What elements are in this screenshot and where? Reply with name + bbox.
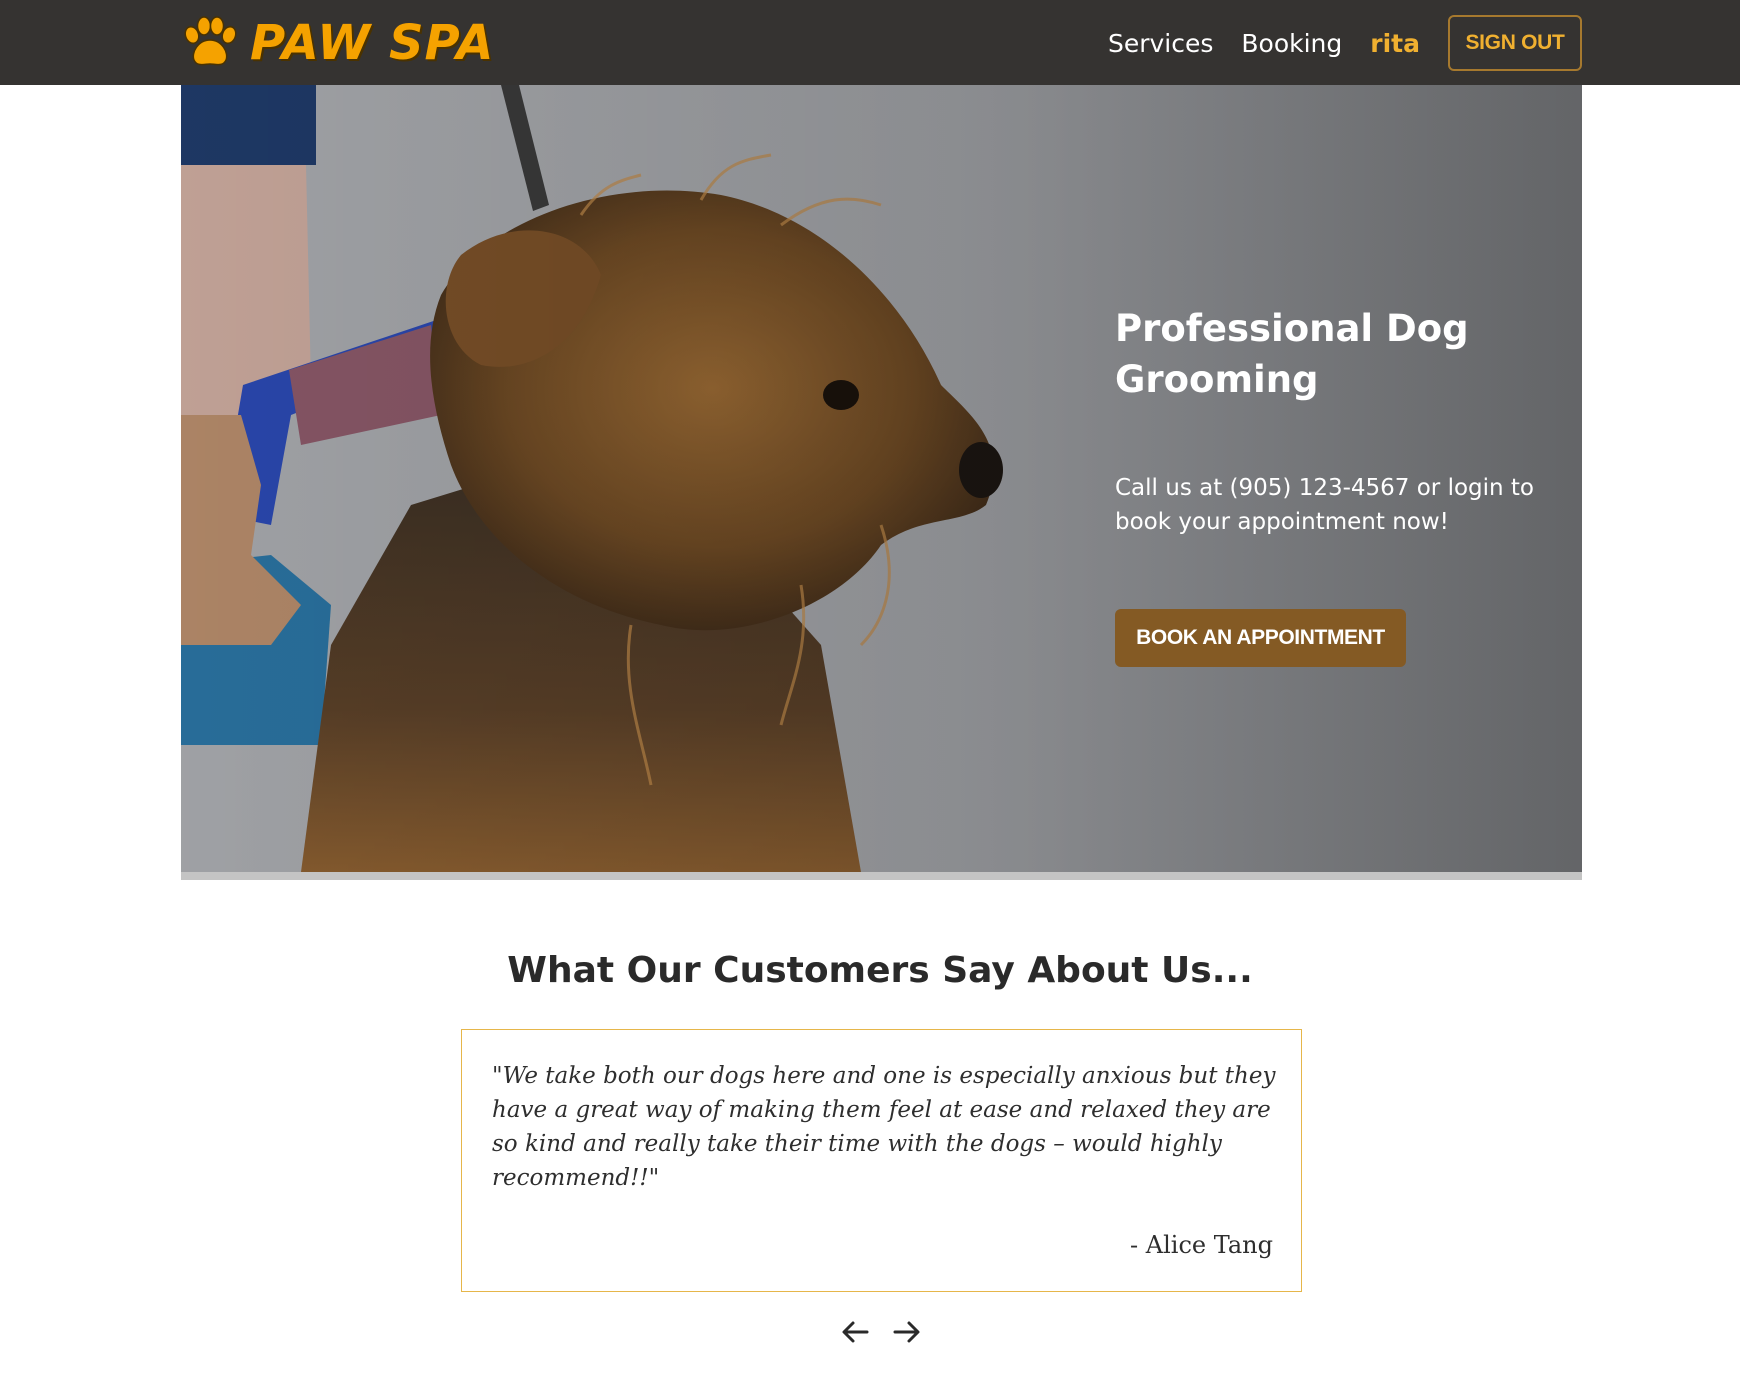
nav-user-name[interactable]: rita — [1370, 29, 1420, 58]
hero-text: Call us at (905) 123-4567 or login to bo… — [1115, 475, 1535, 535]
testimonial-quote: "We take both our dogs here and one is e… — [492, 1063, 1276, 1191]
sign-out-button[interactable]: SIGN OUT — [1448, 15, 1582, 71]
hero-banner: Professional Dog Grooming Call us at (90… — [181, 85, 1582, 880]
hero-bottom-strip — [181, 872, 1582, 880]
nav-link-services[interactable]: Services — [1108, 29, 1213, 58]
brand-logo-link[interactable]: PAW SPA — [180, 14, 494, 72]
testimonial-author: - Alice Tang — [1130, 1231, 1273, 1259]
book-appointment-button[interactable]: BOOK AN APPOINTMENT — [1115, 609, 1406, 667]
nav-links: Services Booking rita SIGN OUT — [1080, 14, 1582, 72]
top-navbar: PAW SPA Services Booking rita SIGN OUT — [0, 0, 1740, 85]
brand-name: PAW SPA — [250, 15, 495, 71]
hero-title: Professional Dog Grooming — [1115, 307, 1469, 401]
paw-icon — [184, 16, 237, 66]
arrow-left-icon — [842, 1321, 869, 1343]
testimonials-heading: What Our Customers Say About Us... — [507, 950, 1253, 991]
arrow-right-icon — [893, 1321, 920, 1343]
nav-link-booking[interactable]: Booking — [1241, 29, 1342, 58]
next-testimonial-button[interactable] — [890, 1315, 924, 1349]
carousel-controls — [838, 1315, 942, 1349]
prev-testimonial-button[interactable] — [838, 1315, 872, 1349]
testimonial-card: "We take both our dogs here and one is e… — [461, 1029, 1302, 1292]
